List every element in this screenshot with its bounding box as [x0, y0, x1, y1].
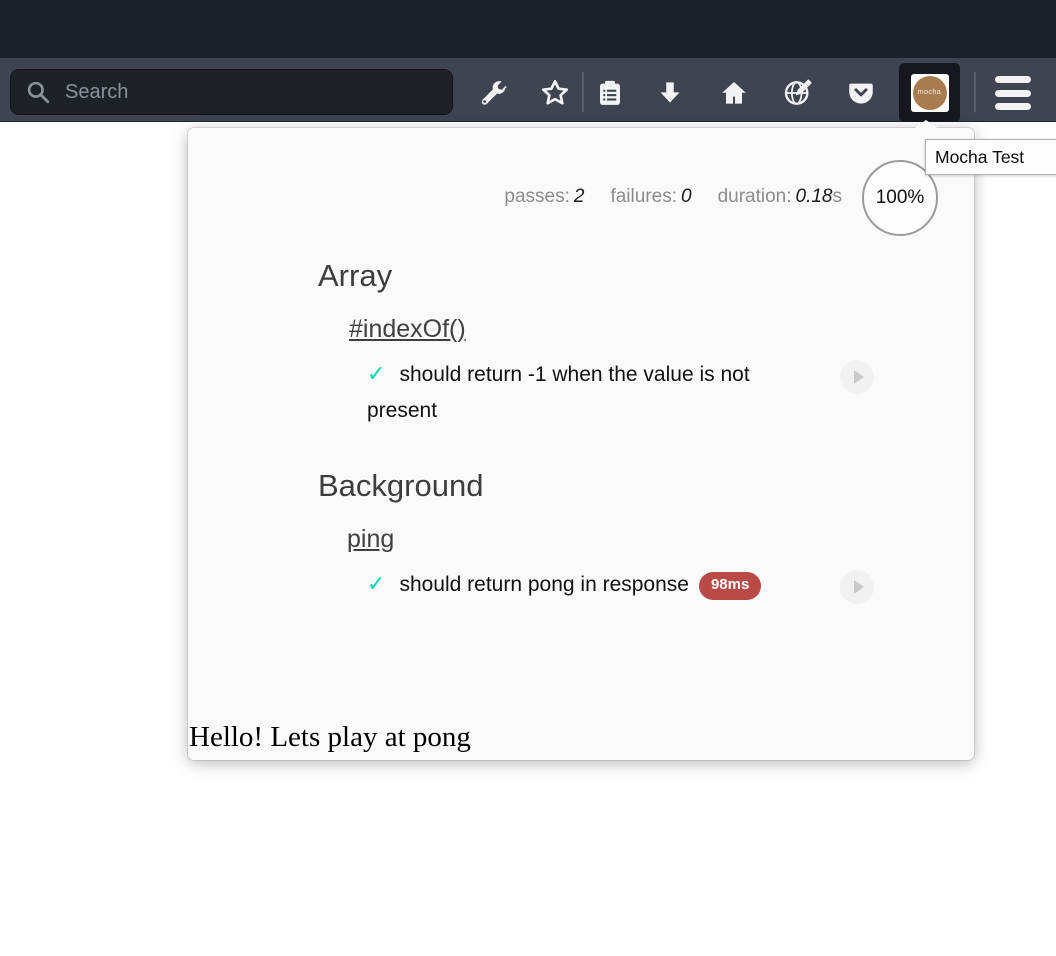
mocha-extension-icon: mocha: [911, 74, 949, 112]
mocha-popup-panel: passes:2 failures:0 duration:0.18s 100% …: [188, 128, 974, 760]
developer-tools-button[interactable]: [471, 64, 515, 122]
test-row[interactable]: ✓ should return pong in response 98ms: [367, 566, 967, 603]
globe-pencil-icon: [782, 77, 814, 109]
tooltip: Mocha Test: [925, 139, 1056, 175]
pass-check-icon: ✓: [367, 361, 385, 386]
mocha-extension-button[interactable]: mocha: [899, 63, 960, 122]
duration-badge: 98ms: [699, 572, 761, 600]
test-title: should return -1 when the value is not p…: [367, 363, 750, 422]
search-input[interactable]: [65, 81, 405, 104]
web-annotate-extension-button[interactable]: [776, 64, 820, 122]
star-icon: [539, 77, 571, 109]
test-title: should return pong in response: [399, 573, 689, 596]
pass-check-icon: ✓: [367, 571, 385, 596]
play-icon: [854, 370, 864, 384]
reading-list-button[interactable]: [588, 64, 632, 122]
reading-list-icon: [595, 78, 625, 108]
search-icon: [25, 79, 51, 105]
mocha-stats: passes:2 failures:0 duration:0.18s: [504, 186, 842, 208]
pocket-button[interactable]: [839, 64, 883, 122]
suite-title-background[interactable]: Background: [318, 468, 483, 504]
menu-icon: [995, 76, 1031, 83]
home-button[interactable]: [712, 64, 756, 122]
progress-percent: 100%: [876, 187, 925, 209]
replay-test-button[interactable]: [840, 360, 874, 394]
suite-title-array[interactable]: Array: [318, 258, 392, 294]
toolbar-separator: [974, 72, 976, 112]
stat-failures: failures:0: [610, 186, 691, 208]
search-field[interactable]: [10, 69, 453, 115]
play-icon: [854, 580, 864, 594]
page-greeting-text: Hello! Lets play at pong: [189, 721, 471, 754]
window-title-strip: [0, 0, 1056, 58]
tooltip-label: Mocha Test: [935, 147, 1024, 168]
toolbar-separator: [582, 72, 584, 112]
stat-duration: duration:0.18s: [718, 186, 842, 208]
download-arrow-icon: [655, 78, 685, 108]
menu-button[interactable]: [995, 76, 1031, 117]
suite-title-indexof[interactable]: #indexOf(): [349, 315, 466, 344]
browser-window: mocha passes:2 failures:0 duration:0.18s…: [0, 0, 1056, 956]
mocha-icon-label: mocha: [918, 89, 942, 96]
suite-title-ping[interactable]: ping: [347, 525, 394, 554]
test-row[interactable]: ✓should return -1 when the value is not …: [367, 356, 812, 429]
downloads-button[interactable]: [648, 64, 692, 122]
pocket-icon: [846, 78, 876, 108]
stat-passes: passes:2: [504, 186, 584, 208]
replay-test-button[interactable]: [840, 570, 874, 604]
wrench-icon: [478, 78, 508, 108]
home-icon: [719, 78, 749, 108]
bookmark-star-button[interactable]: [533, 64, 577, 122]
popup-anchor-arrow: [898, 120, 954, 140]
